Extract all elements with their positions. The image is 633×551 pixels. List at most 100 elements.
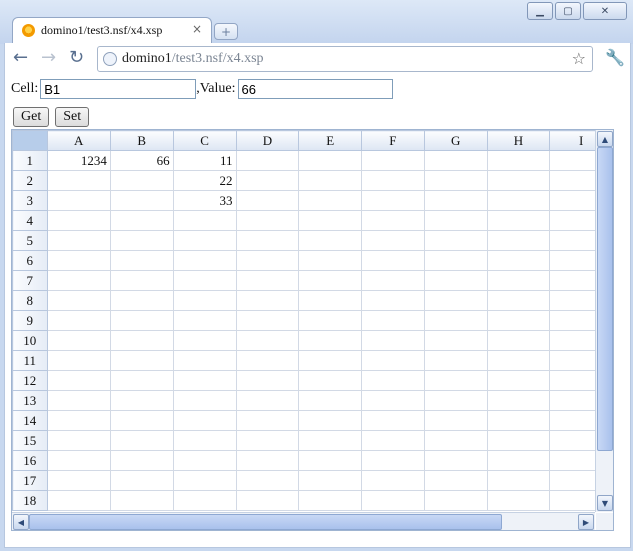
grid-cell[interactable] — [423, 410, 488, 431]
column-header-c[interactable]: C — [172, 130, 237, 151]
grid-cell[interactable] — [235, 390, 300, 411]
grid-cell[interactable] — [361, 150, 425, 171]
grid-cell[interactable] — [109, 450, 174, 471]
grid-cell[interactable] — [361, 450, 425, 471]
grid-cell[interactable] — [109, 170, 174, 191]
grid-cell[interactable] — [46, 270, 111, 291]
vertical-scrollbar[interactable]: ▲ ▼ — [595, 130, 613, 512]
grid-cell[interactable] — [298, 170, 363, 191]
grid-cell[interactable] — [46, 230, 111, 251]
row-header[interactable]: 3 — [12, 190, 48, 211]
reload-icon[interactable]: ↻ — [69, 49, 84, 67]
grid-cell[interactable] — [486, 470, 551, 491]
grid-cell[interactable] — [486, 330, 551, 351]
grid-cell[interactable]: 1234 — [46, 150, 111, 171]
grid-cell[interactable] — [46, 450, 111, 471]
horizontal-scroll-thumb[interactable] — [29, 514, 502, 530]
grid-cell[interactable] — [298, 350, 363, 371]
grid-cell[interactable] — [423, 430, 488, 451]
select-all-corner[interactable] — [12, 130, 48, 151]
grid-cell[interactable] — [109, 290, 174, 311]
grid-cell[interactable] — [172, 370, 237, 391]
grid-cell[interactable] — [172, 290, 237, 311]
grid-cell[interactable] — [235, 490, 300, 511]
grid-cell[interactable] — [486, 390, 551, 411]
forward-arrow-icon[interactable]: → — [41, 49, 56, 67]
grid-cell[interactable]: 33 — [172, 190, 237, 211]
grid-cell[interactable] — [423, 170, 488, 191]
grid-cell[interactable] — [361, 390, 425, 411]
get-button[interactable]: Get — [13, 107, 50, 127]
grid-cell[interactable] — [486, 310, 551, 331]
grid-cell[interactable] — [109, 470, 174, 491]
grid-cell[interactable] — [423, 190, 488, 211]
grid-cell[interactable] — [361, 250, 425, 271]
scroll-up-arrow-icon[interactable]: ▲ — [597, 131, 613, 147]
grid-cell[interactable] — [423, 470, 488, 491]
grid-cell[interactable] — [298, 410, 363, 431]
grid-cell[interactable] — [298, 150, 363, 171]
grid-cell[interactable] — [423, 210, 488, 231]
grid-cell[interactable] — [46, 190, 111, 211]
grid-cell[interactable] — [361, 230, 425, 251]
grid-cell[interactable] — [486, 210, 551, 231]
grid-cell[interactable] — [235, 270, 300, 291]
grid-cell[interactable] — [109, 230, 174, 251]
grid-cell[interactable] — [486, 450, 551, 471]
grid-cell[interactable] — [235, 430, 300, 451]
grid-cell[interactable] — [46, 390, 111, 411]
grid-cell[interactable] — [298, 390, 363, 411]
grid-cell[interactable] — [486, 350, 551, 371]
grid-cell[interactable] — [298, 490, 363, 511]
grid-cell[interactable] — [46, 490, 111, 511]
grid-cell[interactable] — [46, 470, 111, 491]
grid-cell[interactable] — [298, 190, 363, 211]
grid-cell[interactable] — [361, 190, 425, 211]
grid-cell[interactable] — [235, 230, 300, 251]
grid-cell[interactable] — [298, 430, 363, 451]
grid-cell[interactable] — [423, 350, 488, 371]
scroll-left-arrow-icon[interactable]: ◀ — [13, 514, 29, 530]
grid-cell[interactable] — [298, 470, 363, 491]
grid-cell[interactable] — [109, 390, 174, 411]
column-header-b[interactable]: B — [109, 130, 174, 151]
grid-cell[interactable] — [172, 310, 237, 331]
new-tab-button[interactable]: + — [214, 23, 238, 40]
grid-cell[interactable] — [172, 350, 237, 371]
grid-cell[interactable] — [109, 410, 174, 431]
column-header-f[interactable]: F — [361, 130, 425, 151]
grid-cell[interactable] — [298, 290, 363, 311]
grid-cell[interactable] — [361, 210, 425, 231]
set-button[interactable]: Set — [55, 107, 90, 127]
grid-cell[interactable] — [235, 450, 300, 471]
grid-cell[interactable] — [298, 250, 363, 271]
row-header[interactable]: 7 — [12, 270, 48, 291]
grid-cell[interactable] — [486, 410, 551, 431]
grid-cell[interactable] — [46, 290, 111, 311]
grid-cell[interactable] — [423, 230, 488, 251]
address-bar[interactable]: domino1/test3.nsf/x4.xsp ☆ — [97, 46, 593, 72]
row-header[interactable]: 15 — [12, 430, 48, 451]
grid-cell[interactable] — [172, 390, 237, 411]
column-header-e[interactable]: E — [298, 130, 363, 151]
grid-cell[interactable] — [172, 250, 237, 271]
grid-cell[interactable] — [109, 350, 174, 371]
grid-cell[interactable] — [298, 270, 363, 291]
grid-cell[interactable] — [46, 170, 111, 191]
grid-cell[interactable] — [361, 270, 425, 291]
grid-cell[interactable] — [109, 270, 174, 291]
row-header[interactable]: 2 — [12, 170, 48, 191]
grid-cell[interactable] — [298, 310, 363, 331]
grid-cell[interactable] — [423, 370, 488, 391]
grid-cell[interactable] — [172, 490, 237, 511]
grid-cell[interactable] — [109, 430, 174, 451]
grid-cell[interactable] — [46, 310, 111, 331]
grid-cell[interactable] — [109, 190, 174, 211]
grid-cell[interactable]: 11 — [172, 150, 237, 171]
close-window-button[interactable]: ✕ — [583, 2, 627, 20]
wrench-menu-icon[interactable]: 🔧 — [605, 48, 625, 67]
value-input[interactable] — [237, 79, 393, 99]
scroll-down-arrow-icon[interactable]: ▼ — [597, 495, 613, 511]
grid-cell[interactable] — [172, 430, 237, 451]
cell-input[interactable] — [40, 79, 197, 99]
